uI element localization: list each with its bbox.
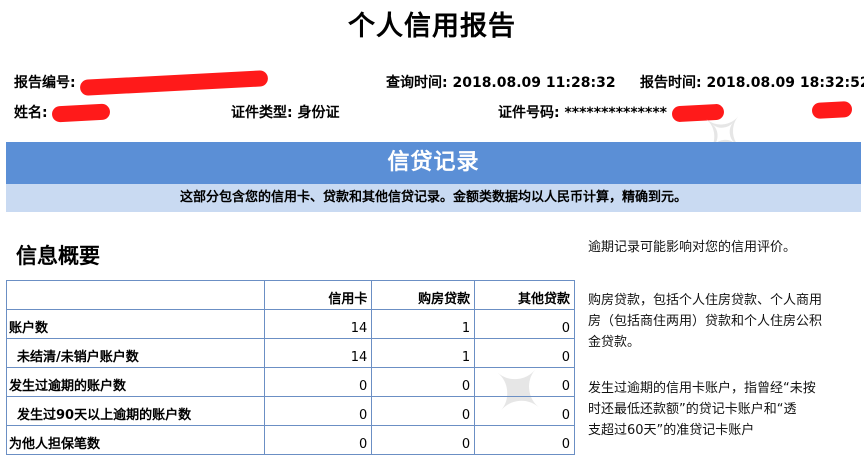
row-label: 发生过90天以上逾期的账户数 — [6, 396, 265, 426]
cell-value: 1 — [371, 338, 476, 368]
cell-value: 0 — [371, 425, 476, 455]
id-type: 证件类型: 身份证 — [231, 105, 340, 121]
table-header-cell: 其他贷款 — [474, 280, 575, 310]
cell-value: 1 — [371, 309, 476, 339]
report-number: 报告编号: — [14, 70, 269, 96]
id-number-label: 证件号码: ************** — [498, 105, 667, 121]
cell-value: 14 — [263, 309, 373, 339]
report-title: 个人信用报告 — [348, 11, 516, 42]
cell-value: 0 — [263, 396, 373, 426]
note-line: 购房贷款，包括个人住房贷款、个人商用 — [588, 293, 823, 308]
cell-value: 0 — [474, 367, 575, 397]
summary-title: 信息概要 — [16, 244, 100, 268]
cell-value: 0 — [371, 396, 476, 426]
redaction-mark — [811, 100, 853, 120]
redaction-mark — [52, 103, 111, 123]
note-line: 发生过逾期的信用卡账户，指曾经“未按 — [588, 381, 816, 396]
note-line: 逾期记录可能影响对您的信用评价。 — [588, 240, 797, 255]
table-row: 发生过逾期的账户数 0 0 0 — [6, 367, 575, 397]
cell-value: 0 — [474, 396, 575, 426]
table-row: 为他人担保笔数 0 0 0 — [6, 425, 575, 455]
cell-value: 0 — [263, 367, 373, 397]
table-row: 账户数 14 1 0 — [6, 309, 575, 339]
redaction-mark — [80, 70, 269, 96]
note-overdue-card: 发生过逾期的信用卡账户，指曾经“未按 时还最低还款额”的贷记卡账户和“透 支超过… — [588, 378, 816, 441]
row-label: 为他人担保笔数 — [6, 425, 265, 455]
row-label: 账户数 — [6, 309, 265, 339]
note-housing-loan: 购房贷款，包括个人住房贷款、个人商用 房（包括商住两用）贷款和个人住房公积 金贷… — [588, 290, 822, 353]
redaction-mark — [671, 103, 725, 123]
note-line: 金贷款。 — [588, 335, 641, 350]
section-banner: 信贷记录 — [6, 142, 861, 184]
cell-value: 14 — [263, 338, 373, 368]
report-time: 报告时间: 2018.08.09 18:32:52 — [640, 75, 864, 91]
cell-value: 0 — [371, 367, 476, 397]
id-number: 证件号码: ************** — [498, 102, 725, 123]
summary-table: 信用卡 购房贷款 其他贷款 账户数 14 1 0 未结清/未销户账户数 14 1… — [6, 280, 575, 455]
note-line: 支超过60天”的准贷记卡账户 — [588, 423, 755, 438]
row-label: 发生过逾期的账户数 — [6, 367, 265, 397]
table-row: 未结清/未销户账户数 14 1 0 — [6, 338, 575, 368]
cell-value: 0 — [474, 309, 575, 339]
report-number-label: 报告编号: — [14, 75, 76, 91]
note-line: 时还最低还款额”的贷记卡账户和“透 — [588, 402, 797, 417]
query-time: 查询时间: 2018.08.09 11:28:32 — [386, 75, 616, 91]
note-line: 房（包括商住两用）贷款和个人住房公积 — [588, 314, 823, 329]
row-label: 未结清/未销户账户数 — [6, 338, 265, 368]
table-header-row: 信用卡 购房贷款 其他贷款 — [6, 280, 575, 310]
name-label: 姓名: — [14, 105, 48, 121]
note-overdue: 逾期记录可能影响对您的信用评价。 — [588, 237, 796, 258]
section-description: 这部分包含您的信用卡、贷款和其他信贷记录。金额类数据均以人民币计算，精确到元。 — [6, 184, 861, 212]
table-header-cell: 信用卡 — [263, 280, 373, 310]
name-field: 姓名: — [14, 102, 111, 123]
table-header-cell — [6, 280, 265, 310]
table-header-cell: 购房贷款 — [371, 280, 476, 310]
table-row: 发生过90天以上逾期的账户数 0 0 0 — [6, 396, 575, 426]
cell-value: 0 — [263, 425, 373, 455]
cell-value: 0 — [474, 425, 575, 455]
cell-value: 0 — [474, 338, 575, 368]
